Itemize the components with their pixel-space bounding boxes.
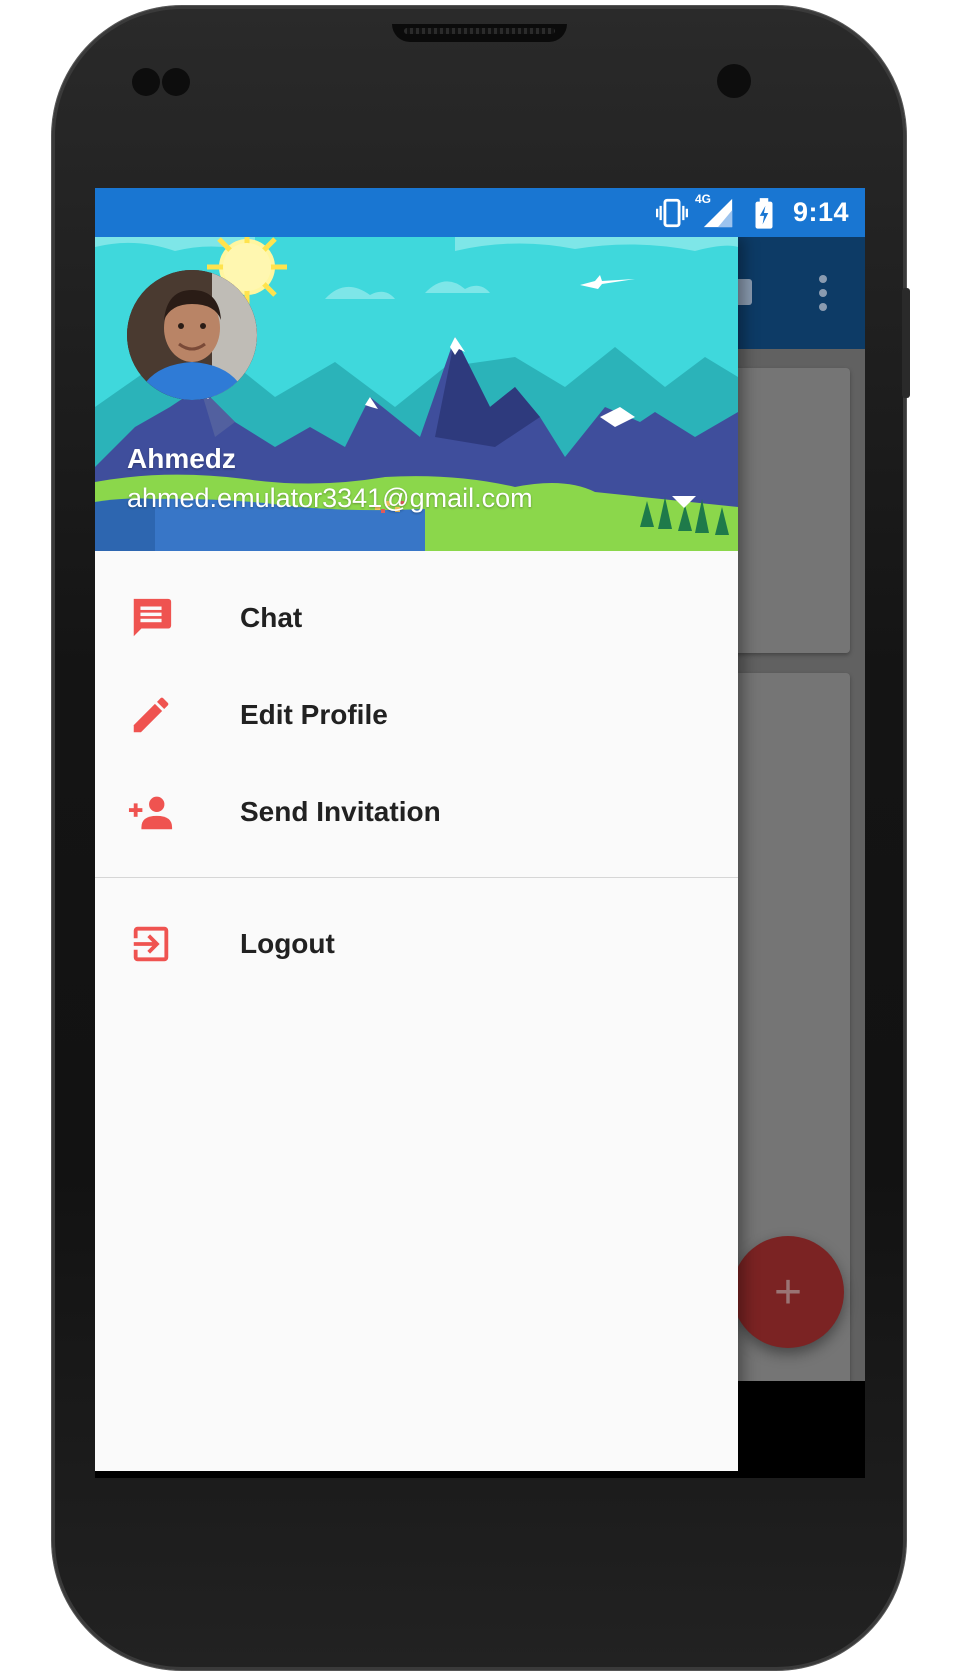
speaker-grille	[392, 24, 567, 42]
pencil-icon	[133, 697, 169, 733]
menu-item-label: Edit Profile	[240, 698, 388, 730]
profile-photo	[127, 270, 257, 400]
signal-icon: 4G	[695, 192, 735, 230]
battery-charging-icon	[755, 197, 773, 229]
sensor-dot	[162, 68, 190, 96]
menu-item-chat[interactable]: Chat	[95, 569, 738, 666]
user-avatar[interactable]	[127, 270, 257, 400]
menu-item-logout[interactable]: Logout	[95, 895, 738, 992]
menu-item-send-invitation[interactable]: Send Invitation	[95, 763, 738, 860]
add-fab-button: +	[732, 1236, 844, 1348]
vibrate-icon	[655, 198, 688, 227]
user-email: ahmed.emulator3341@gmail.com	[127, 483, 533, 513]
logout-icon	[133, 926, 169, 962]
drawer-header[interactable]: Ahmedz ahmed.emulator3341@gmail.com	[95, 237, 738, 551]
overflow-menu-icon	[819, 275, 827, 311]
screen: 4G 9:14 + Ahmedz ahmed.emulator3341@gmai…	[95, 188, 865, 1471]
chat-icon	[133, 598, 172, 637]
drawer-menu: Chat Edit Profile Send Invitation Logout	[95, 551, 738, 992]
menu-item-edit-profile[interactable]: Edit Profile	[95, 666, 738, 763]
user-name: Ahmedz	[127, 443, 236, 474]
navigation-drawer: Ahmedz ahmed.emulator3341@gmail.com Chat	[95, 237, 738, 1471]
menu-divider	[95, 877, 738, 878]
plus-icon: +	[773, 1265, 803, 1319]
status-bar: 4G 9:14	[95, 188, 865, 237]
power-button	[902, 288, 910, 398]
person-add-icon	[128, 796, 173, 830]
sensor-dot	[132, 68, 160, 96]
account-dropdown-icon[interactable]	[670, 492, 698, 512]
menu-item-label: Send Invitation	[240, 795, 441, 827]
menu-item-label: Logout	[240, 927, 335, 959]
clock: 9:14	[792, 197, 849, 227]
menu-item-label: Chat	[240, 601, 303, 633]
front-camera	[717, 64, 751, 98]
network-type-label: 4G	[694, 191, 711, 206]
